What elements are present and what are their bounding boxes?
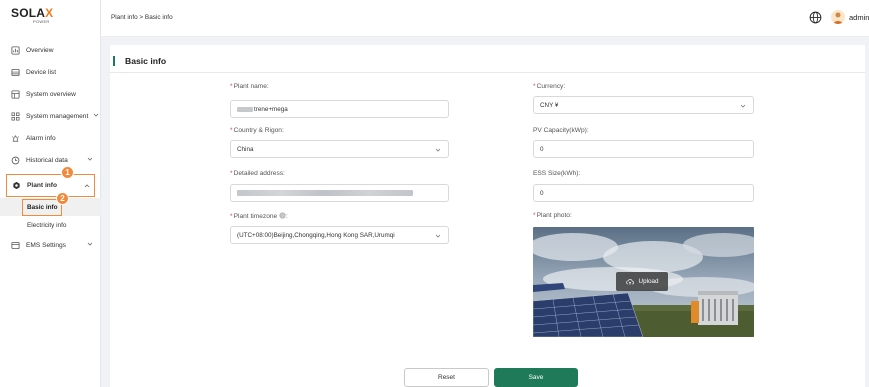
- pv-capacity-label: PV Capacity(kWp):: [533, 127, 589, 134]
- help-icon[interactable]: ?: [279, 212, 286, 219]
- top-header: Plant info > Basic info admin: [101, 0, 869, 37]
- required-mark: *: [230, 170, 233, 177]
- system-overview-icon: [11, 89, 20, 99]
- label-text: Plant timezone: [233, 213, 278, 220]
- sidebar: SOLAX POWER Overview Device list System …: [0, 0, 101, 387]
- main-area: Basic info *Plant name: trene+mega *Coun…: [101, 37, 869, 387]
- select-value: (UTC+08:00)Beijing,Chongqing,Hong Kong S…: [237, 231, 395, 239]
- avatar[interactable]: [831, 10, 845, 24]
- sidebar-item-ems-settings[interactable]: EMS Settings: [0, 234, 101, 256]
- ess-size-input[interactable]: 0: [533, 184, 754, 202]
- sidebar-item-system-management[interactable]: System management: [0, 105, 101, 127]
- overview-icon: [11, 45, 20, 55]
- sidebar-item-label: Plant info: [27, 182, 58, 189]
- sidebar-item-label: EMS Settings: [26, 241, 66, 249]
- label-text: Plant name:: [233, 83, 269, 90]
- chevron-down-icon: [87, 157, 93, 161]
- logo-x: X: [45, 6, 54, 20]
- basic-info-card: Basic info *Plant name: trene+mega *Coun…: [110, 45, 865, 387]
- redacted-text: [237, 106, 253, 112]
- upload-button[interactable]: Upload: [616, 272, 668, 291]
- input-value: 0: [540, 145, 544, 153]
- redacted-text: [237, 190, 413, 196]
- required-mark: *: [533, 83, 536, 90]
- reset-button[interactable]: Reset: [404, 368, 489, 387]
- logo-text: SOLA: [11, 6, 46, 20]
- timezone-label: *Plant timezone ?:: [230, 212, 288, 220]
- address-label: *Detailed address:: [230, 170, 285, 177]
- device-list-icon: [11, 68, 20, 77]
- ems-settings-icon: [11, 241, 20, 250]
- label-suffix: :: [286, 213, 288, 220]
- required-mark: *: [533, 212, 536, 219]
- required-mark: *: [230, 127, 233, 134]
- history-icon: [11, 156, 20, 165]
- sidebar-item-plant-info[interactable]: Plant info: [6, 174, 95, 197]
- sidebar-item-device-list[interactable]: Device list: [0, 61, 101, 83]
- required-mark: *: [230, 213, 233, 220]
- required-mark: *: [230, 83, 233, 90]
- sidebar-item-label: Device list: [26, 68, 57, 76]
- address-input[interactable]: [230, 184, 449, 202]
- chevron-up-icon: [84, 184, 90, 188]
- sidebar-item-label: System overview: [26, 90, 76, 98]
- label-text: Currency:: [536, 83, 566, 90]
- chevron-down-icon: [435, 148, 441, 152]
- sidebar-subitem-label: Electricity info: [27, 221, 67, 229]
- timezone-select[interactable]: (UTC+08:00)Beijing,Chongqing,Hong Kong S…: [230, 226, 449, 244]
- label-text: Plant photo:: [536, 212, 572, 219]
- country-label: *Country & Rigon:: [230, 127, 284, 134]
- page-title: Basic info: [125, 56, 167, 66]
- currency-label: *Currency:: [533, 83, 565, 90]
- title-accent-bar: [113, 56, 115, 66]
- label-text: Detailed address:: [233, 170, 285, 177]
- alarm-icon: [11, 134, 20, 143]
- country-select[interactable]: China: [230, 140, 449, 158]
- plant-name-input[interactable]: trene+mega: [230, 100, 449, 118]
- chevron-down-icon: [435, 234, 441, 238]
- chevron-down-icon: [87, 242, 93, 246]
- plant-photo-label: *Plant photo:: [533, 212, 572, 219]
- step-badge-1: 1: [61, 166, 74, 179]
- sidebar-item-overview[interactable]: Overview: [0, 39, 101, 61]
- sidebar-item-label: Historical data: [26, 156, 68, 164]
- solax-logo: SOLAX POWER: [11, 7, 71, 27]
- system-management-icon: [11, 112, 20, 121]
- pv-capacity-input[interactable]: 0: [533, 140, 754, 158]
- sidebar-item-system-overview[interactable]: System overview: [0, 83, 101, 105]
- currency-select[interactable]: CNY ¥: [533, 96, 754, 114]
- label-text: Country & Rigon:: [233, 127, 284, 134]
- breadcrumb: Plant info > Basic info: [111, 14, 173, 21]
- select-value: China: [237, 145, 254, 153]
- sidebar-item-alarm-info[interactable]: Alarm info: [0, 127, 101, 149]
- step-badge-2: 2: [56, 192, 69, 205]
- sidebar-item-historical-data[interactable]: Historical data: [0, 149, 101, 171]
- plant-info-icon: [12, 181, 21, 190]
- select-value: CNY ¥: [540, 101, 559, 109]
- sidebar-nav: Overview Device list System overview Sys…: [0, 39, 101, 171]
- user-name[interactable]: admin: [849, 13, 869, 22]
- input-value: 0: [540, 189, 544, 197]
- cloud-upload-icon: [625, 278, 634, 285]
- logo-tagline: POWER: [33, 19, 50, 24]
- save-button[interactable]: Save: [494, 368, 578, 387]
- ess-size-label: ESS Size(kWh):: [533, 170, 581, 177]
- sidebar-subitem-electricity-info[interactable]: Electricity info: [0, 216, 101, 234]
- svg-text:?: ?: [281, 213, 284, 219]
- divider: [110, 72, 865, 73]
- sidebar-item-label: Alarm info: [26, 134, 56, 142]
- globe-icon[interactable]: [809, 11, 822, 24]
- chevron-down-icon: [93, 113, 99, 117]
- sidebar-item-label: System management: [26, 112, 89, 120]
- plant-name-label: *Plant name:: [230, 83, 269, 90]
- input-value: trene+mega: [254, 105, 288, 113]
- sidebar-item-label: Overview: [26, 46, 54, 54]
- chevron-down-icon: [740, 104, 746, 108]
- upload-label: Upload: [638, 278, 659, 285]
